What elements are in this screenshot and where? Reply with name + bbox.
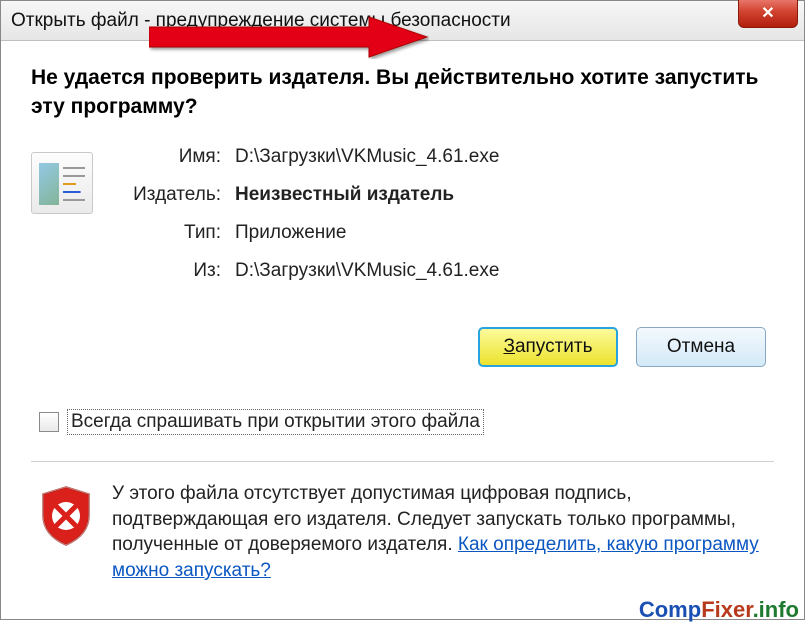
watermark: CompFixer.info [639, 597, 799, 623]
cancel-button[interactable]: Отмена [636, 327, 766, 367]
file-icon [31, 152, 93, 214]
red-arrow-annotation [149, 15, 429, 59]
value-publisher: Неизвестный издатель [235, 184, 454, 206]
shield-warning-icon [39, 485, 94, 547]
warning-text: У этого файла отсутствует допустимая циф… [112, 481, 774, 584]
value-type: Приложение [235, 222, 346, 244]
label-from: Из: [111, 260, 235, 282]
value-from: D:\Загрузки\VKMusic_4.61.exe [235, 260, 499, 282]
label-name: Имя: [111, 146, 235, 168]
run-mnemonic: З [503, 336, 514, 357]
security-warning-dialog: Открыть файл - предупреждение системы бе… [0, 0, 805, 620]
always-ask-checkbox[interactable] [39, 412, 59, 432]
close-button[interactable]: ✕ [738, 0, 798, 28]
dialog-heading: Не удается проверить издателя. Вы действ… [31, 63, 774, 122]
label-type: Тип: [111, 222, 235, 244]
always-ask-label: Всегда спрашивать при открытии этого фай… [67, 409, 484, 435]
label-publisher: Издатель: [111, 184, 235, 206]
divider [31, 461, 774, 462]
value-name: D:\Загрузки\VKMusic_4.61.exe [235, 146, 499, 168]
run-button[interactable]: Запустить [478, 327, 618, 367]
file-info-table: Имя: D:\Загрузки\VKMusic_4.61.exe Издате… [111, 146, 774, 298]
close-icon: ✕ [761, 3, 774, 23]
